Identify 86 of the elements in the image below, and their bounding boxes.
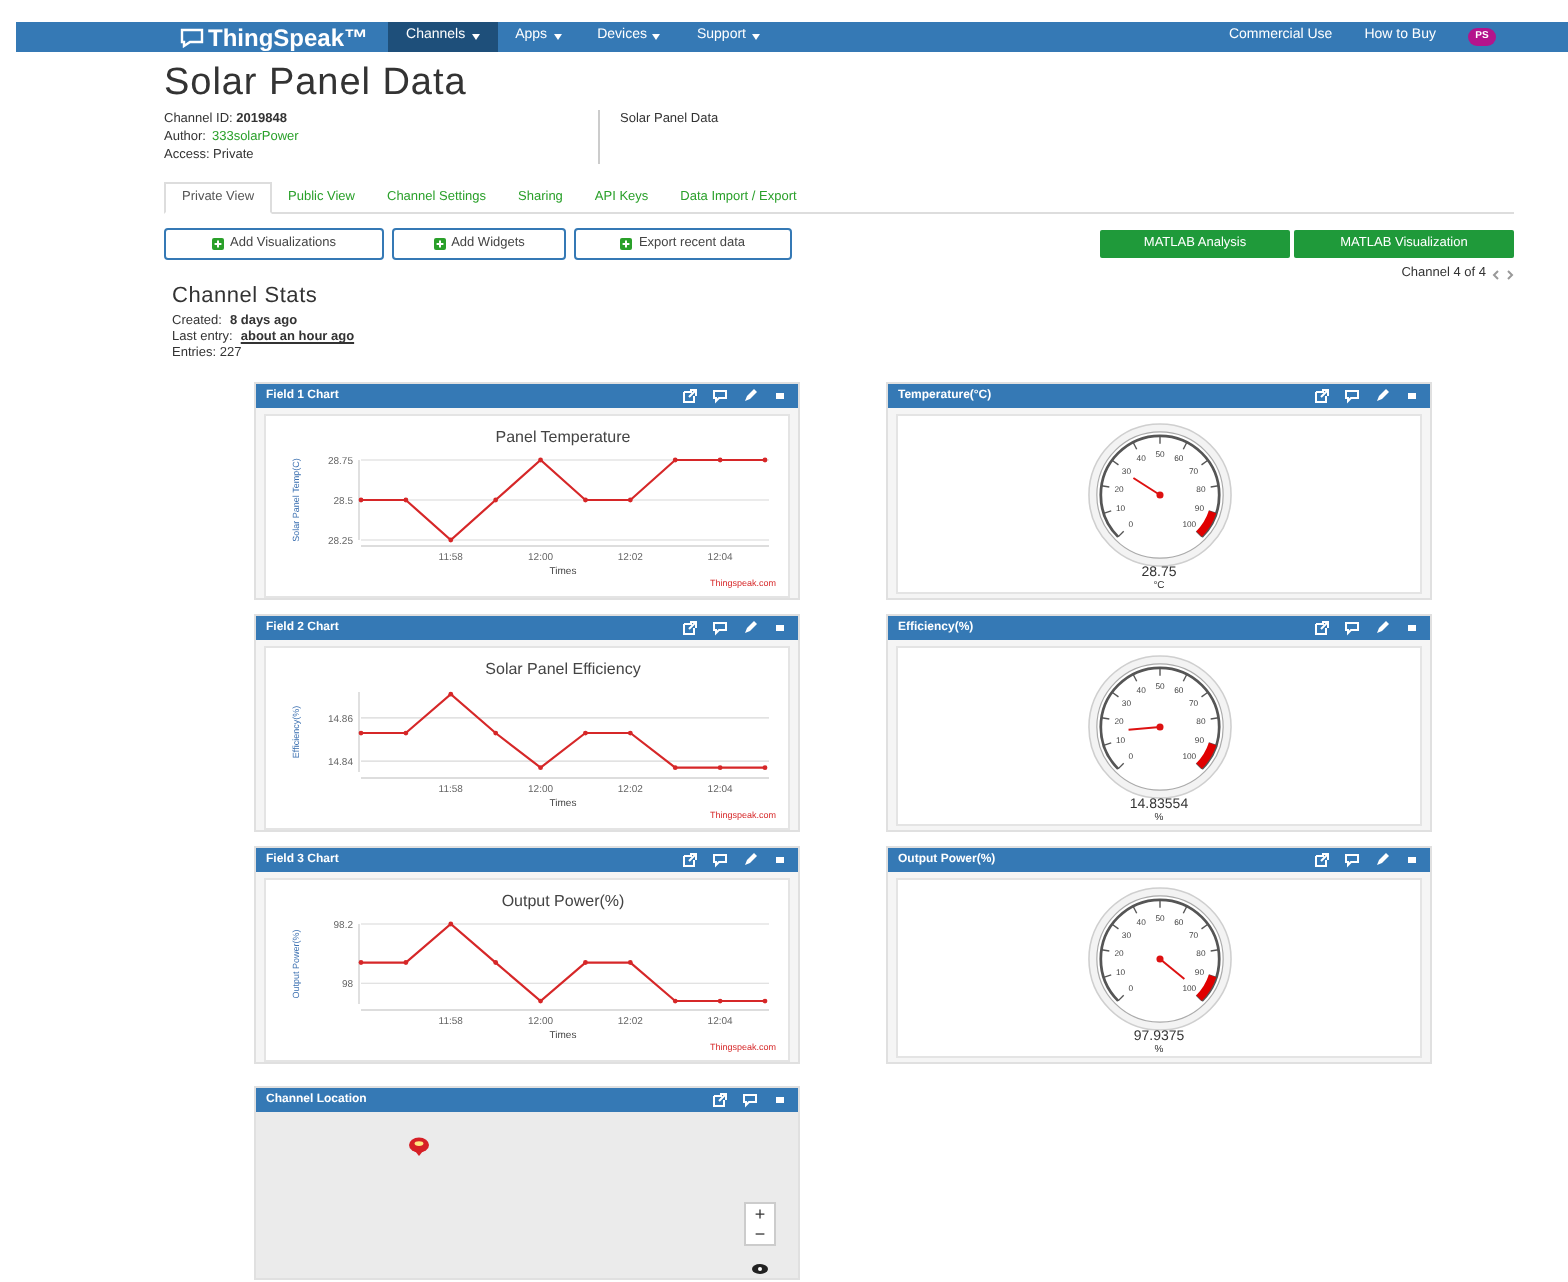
pencil-icon[interactable] [1374, 852, 1390, 868]
data-point [717, 765, 723, 771]
data-point [448, 691, 454, 697]
data-point [672, 765, 678, 771]
data-point [627, 497, 633, 503]
data-point [538, 998, 543, 1004]
caret-icon [652, 34, 661, 40]
data-point [358, 497, 364, 503]
data-point [493, 497, 499, 503]
data-point [403, 960, 409, 965]
close-icon[interactable] [1404, 388, 1420, 404]
comment-icon[interactable] [1344, 620, 1360, 636]
data-point [403, 497, 409, 503]
plus-square-icon [620, 238, 633, 250]
close-icon[interactable] [772, 388, 788, 404]
data-point [627, 960, 633, 965]
data-point [493, 960, 499, 965]
data-point [448, 921, 454, 927]
gauge-danger-zone [1195, 742, 1216, 769]
chevron-left-icon [1492, 269, 1500, 279]
plus-square-icon [212, 238, 224, 250]
data-point [583, 960, 588, 965]
gauge-face [1087, 887, 1231, 1031]
gauge-needle [1155, 955, 1185, 981]
external-link-icon[interactable] [1314, 388, 1330, 404]
data-point [448, 537, 454, 543]
comment-icon[interactable] [712, 852, 728, 868]
data-point [538, 765, 543, 771]
chart-title: Panel Temperature [495, 428, 631, 446]
data-point [762, 765, 768, 771]
plus-square-icon [433, 238, 446, 250]
data-point [403, 730, 409, 736]
data-point [583, 497, 588, 503]
zoom-button[interactable]: − [746, 1224, 774, 1244]
data-point [672, 998, 678, 1004]
gauge-danger-zone [1195, 510, 1216, 537]
close-icon[interactable] [772, 620, 788, 636]
external-link-icon[interactable] [682, 620, 698, 636]
gauge-danger-zone [1195, 974, 1216, 1001]
caret-icon [752, 34, 760, 40]
data-point [583, 730, 588, 736]
external-link-icon[interactable] [682, 852, 698, 868]
data-point [538, 457, 543, 463]
external-link-icon[interactable] [712, 1092, 728, 1108]
data-point [762, 998, 768, 1004]
logo[interactable]: ThingSpeak™ [208, 25, 369, 49]
gauge-face [1087, 423, 1231, 567]
section-heading: Channel Stats [172, 284, 320, 310]
chart-title: Solar Panel Efficiency [485, 660, 641, 678]
close-icon[interactable] [1404, 620, 1420, 636]
close-icon[interactable] [772, 852, 788, 868]
data-point [358, 730, 364, 736]
pencil-icon[interactable] [742, 388, 758, 404]
chat-bubble-icon [180, 27, 204, 47]
comment-icon[interactable] [712, 388, 728, 404]
external-link-icon[interactable] [1314, 620, 1330, 636]
external-link-icon[interactable] [682, 388, 698, 404]
eye-icon [752, 1264, 768, 1274]
data-point [358, 960, 364, 965]
pencil-icon[interactable] [1374, 620, 1390, 636]
chart-title: Output Power(%) [501, 892, 625, 910]
data-point [493, 730, 499, 736]
data-point [672, 457, 678, 463]
pencil-icon[interactable] [1374, 388, 1390, 404]
page-title: Solar Panel Data [164, 62, 469, 106]
gauge-face [1087, 655, 1231, 799]
gauge-needle [1131, 477, 1163, 499]
comment-icon[interactable] [742, 1092, 758, 1108]
chevron-right-icon [1506, 269, 1514, 279]
external-link-icon[interactable] [1314, 852, 1330, 868]
pencil-icon[interactable] [742, 620, 758, 636]
caret-icon [471, 34, 480, 40]
gauge-needle [1126, 723, 1163, 731]
pencil-icon[interactable] [742, 852, 758, 868]
close-icon[interactable] [772, 1092, 788, 1108]
zoom-button[interactable]: + [746, 1204, 774, 1224]
data-point [762, 457, 768, 463]
comment-icon[interactable] [1344, 852, 1360, 868]
caret-icon [553, 34, 562, 40]
data-point [717, 998, 723, 1004]
close-icon[interactable] [1404, 852, 1420, 868]
map-pin-icon [408, 1136, 430, 1156]
data-point [627, 730, 633, 736]
data-point [717, 457, 723, 463]
comment-icon[interactable] [712, 620, 728, 636]
comment-icon[interactable] [1344, 388, 1360, 404]
